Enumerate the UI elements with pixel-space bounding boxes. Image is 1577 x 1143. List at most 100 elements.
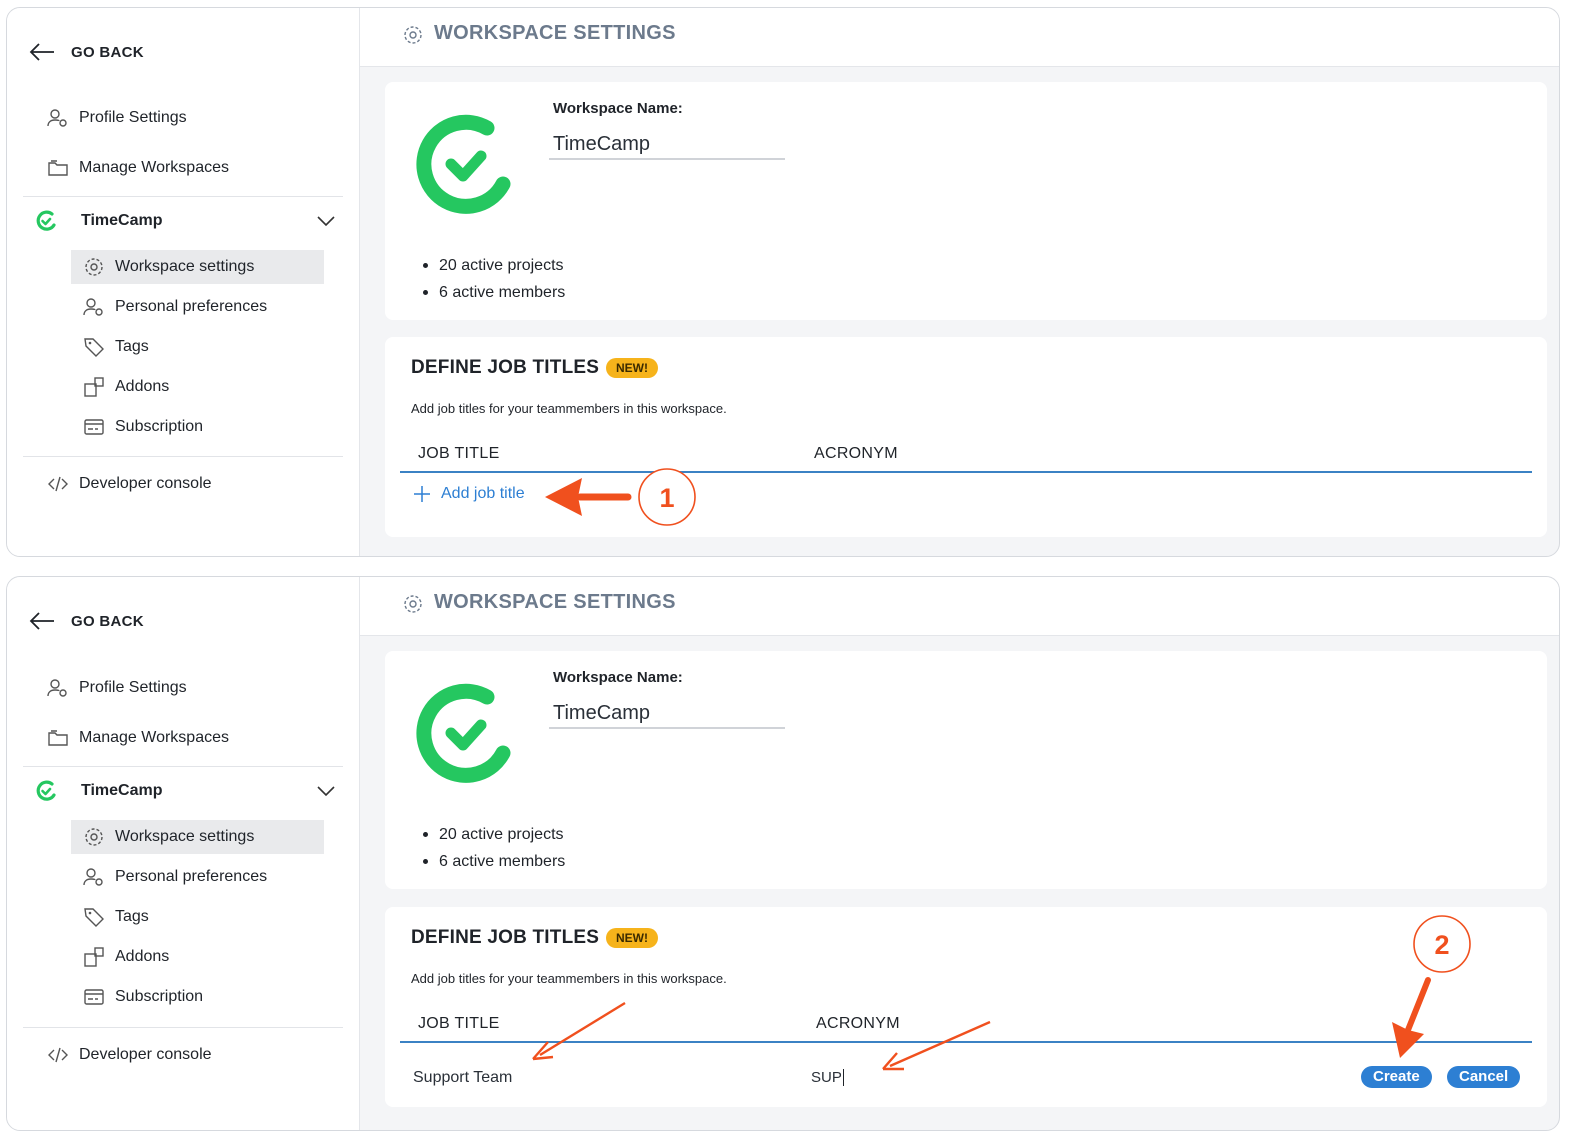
divider bbox=[23, 1027, 343, 1028]
table-header-divider bbox=[400, 471, 1532, 473]
sidebar-item-label: Tags bbox=[115, 338, 149, 355]
sidebar-item-personal-preferences[interactable]: Personal preferences bbox=[71, 860, 324, 894]
tag-icon bbox=[84, 338, 104, 357]
active-projects: 20 active projects bbox=[423, 821, 565, 848]
column-header-acronym: ACRONYM bbox=[816, 1015, 900, 1032]
workspace-name: TimeCamp bbox=[81, 782, 163, 799]
job-titles-heading: DEFINE JOB TITLES bbox=[411, 927, 600, 948]
create-button[interactable]: Create bbox=[1361, 1066, 1432, 1088]
job-titles-card: DEFINE JOB TITLES NEW! Add job titles fo… bbox=[385, 907, 1547, 1107]
divider bbox=[23, 766, 343, 767]
sidebar-item-label: Manage Workspaces bbox=[79, 729, 229, 746]
sidebar-item-developer-console[interactable]: Developer console bbox=[47, 1044, 212, 1066]
workspace-selector[interactable]: TimeCamp bbox=[35, 780, 335, 802]
arrow-left-icon bbox=[29, 43, 54, 61]
plus-icon bbox=[414, 486, 430, 502]
chevron-down-icon[interactable] bbox=[317, 785, 335, 797]
sidebar-item-addons[interactable]: Addons bbox=[71, 370, 324, 404]
sidebar-item-tags[interactable]: Tags bbox=[71, 330, 324, 364]
workspace-info-card: Workspace Name: 20 active projects 6 act… bbox=[385, 82, 1547, 320]
column-header-job-title: JOB TITLE bbox=[418, 445, 500, 462]
gear-icon bbox=[85, 828, 103, 846]
active-projects: 20 active projects bbox=[423, 252, 565, 279]
folder-icon bbox=[48, 160, 68, 176]
tag-icon bbox=[84, 908, 104, 927]
job-titles-heading: DEFINE JOB TITLES bbox=[411, 357, 600, 378]
chevron-down-icon[interactable] bbox=[317, 215, 335, 227]
user-gear-icon bbox=[47, 679, 67, 697]
workspace-stats: 20 active projects 6 active members bbox=[423, 821, 565, 875]
new-badge: NEW! bbox=[606, 928, 658, 948]
sidebar-item-subscription[interactable]: Subscription bbox=[71, 410, 324, 444]
sidebar-item-label: Workspace settings bbox=[115, 828, 255, 845]
screenshot-panel-1: GO BACK Profile Settings Manage Workspac… bbox=[6, 7, 1560, 557]
table-header-divider bbox=[400, 1041, 1532, 1043]
page-header: WORKSPACE SETTINGS bbox=[360, 577, 1559, 636]
sidebar-item-label: Developer console bbox=[79, 1046, 212, 1063]
sidebar-item-label: Profile Settings bbox=[79, 679, 187, 696]
credit-card-icon bbox=[84, 989, 104, 1005]
sidebar-item-workspace-settings[interactable]: Workspace settings bbox=[71, 820, 324, 854]
sidebar-item-label: Profile Settings bbox=[79, 109, 187, 126]
sidebar-item-profile-settings[interactable]: Profile Settings bbox=[47, 677, 187, 699]
workspace-name-input[interactable] bbox=[549, 699, 785, 729]
sidebar-item-label: Personal preferences bbox=[115, 868, 268, 885]
acronym-input[interactable]: SUP bbox=[811, 1069, 844, 1086]
workspace-name-input[interactable] bbox=[549, 130, 785, 160]
puzzle-icon bbox=[84, 377, 104, 397]
main-content: WORKSPACE SETTINGS Workspace Name: 20 ac… bbox=[360, 8, 1559, 556]
gear-icon bbox=[404, 595, 422, 613]
job-titles-card: DEFINE JOB TITLES NEW! Add job titles fo… bbox=[385, 337, 1547, 537]
sidebar-item-personal-preferences[interactable]: Personal preferences bbox=[71, 290, 324, 324]
credit-card-icon bbox=[84, 419, 104, 435]
folder-icon bbox=[48, 730, 68, 746]
user-gear-icon bbox=[83, 298, 103, 316]
sidebar-item-profile-settings[interactable]: Profile Settings bbox=[47, 107, 187, 129]
arrow-left-icon bbox=[29, 612, 54, 630]
go-back-label: GO BACK bbox=[71, 43, 144, 61]
add-job-title-button[interactable]: Add job title bbox=[413, 485, 525, 503]
cancel-button[interactable]: Cancel bbox=[1447, 1066, 1521, 1088]
job-titles-description: Add job titles for your teammembers in t… bbox=[411, 401, 727, 416]
go-back-button[interactable]: GO BACK bbox=[29, 611, 144, 631]
active-members: 6 active members bbox=[423, 848, 565, 875]
workspace-selector[interactable]: TimeCamp bbox=[35, 210, 335, 232]
sidebar-item-developer-console[interactable]: Developer console bbox=[47, 473, 212, 495]
active-members: 6 active members bbox=[423, 279, 565, 306]
sidebar-item-label: Workspace settings bbox=[115, 258, 255, 275]
timecamp-logo-icon bbox=[416, 114, 511, 214]
sidebar: GO BACK Profile Settings Manage Workspac… bbox=[7, 577, 360, 1130]
workspace-name: TimeCamp bbox=[81, 212, 163, 229]
timecamp-logo-icon bbox=[416, 683, 511, 783]
sidebar: GO BACK Profile Settings Manage Workspac… bbox=[7, 8, 360, 556]
sidebar-item-manage-workspaces[interactable]: Manage Workspaces bbox=[47, 727, 229, 749]
workspace-name-label: Workspace Name: bbox=[553, 669, 683, 686]
timecamp-logo-icon bbox=[36, 210, 56, 231]
page-header: WORKSPACE SETTINGS bbox=[360, 8, 1559, 67]
go-back-button[interactable]: GO BACK bbox=[29, 42, 144, 62]
main-content: WORKSPACE SETTINGS Workspace Name: 20 ac… bbox=[360, 577, 1559, 1130]
add-job-title-label: Add job title bbox=[441, 485, 525, 502]
gear-icon bbox=[404, 26, 422, 44]
sidebar-item-tags[interactable]: Tags bbox=[71, 900, 324, 934]
sidebar-item-workspace-settings[interactable]: Workspace settings bbox=[71, 250, 324, 284]
sidebar-item-label: Developer console bbox=[79, 475, 212, 492]
code-icon bbox=[48, 1047, 68, 1063]
job-titles-description: Add job titles for your teammembers in t… bbox=[411, 971, 727, 986]
sidebar-item-addons[interactable]: Addons bbox=[71, 940, 324, 974]
divider bbox=[23, 196, 343, 197]
gear-icon bbox=[85, 258, 103, 276]
column-header-job-title: JOB TITLE bbox=[418, 1015, 500, 1032]
sidebar-item-label: Tags bbox=[115, 908, 149, 925]
sidebar-item-label: Subscription bbox=[115, 418, 204, 435]
puzzle-icon bbox=[84, 947, 104, 967]
new-badge: NEW! bbox=[606, 358, 658, 378]
code-icon bbox=[48, 476, 68, 492]
sidebar-item-subscription[interactable]: Subscription bbox=[71, 980, 324, 1014]
sidebar-item-label: Personal preferences bbox=[115, 298, 268, 315]
sidebar-item-manage-workspaces[interactable]: Manage Workspaces bbox=[47, 157, 229, 179]
timecamp-logo-icon bbox=[36, 780, 56, 801]
job-title-input[interactable]: Support Team bbox=[413, 1069, 512, 1087]
workspace-name-label: Workspace Name: bbox=[553, 100, 683, 117]
page-title: WORKSPACE SETTINGS bbox=[434, 591, 676, 613]
